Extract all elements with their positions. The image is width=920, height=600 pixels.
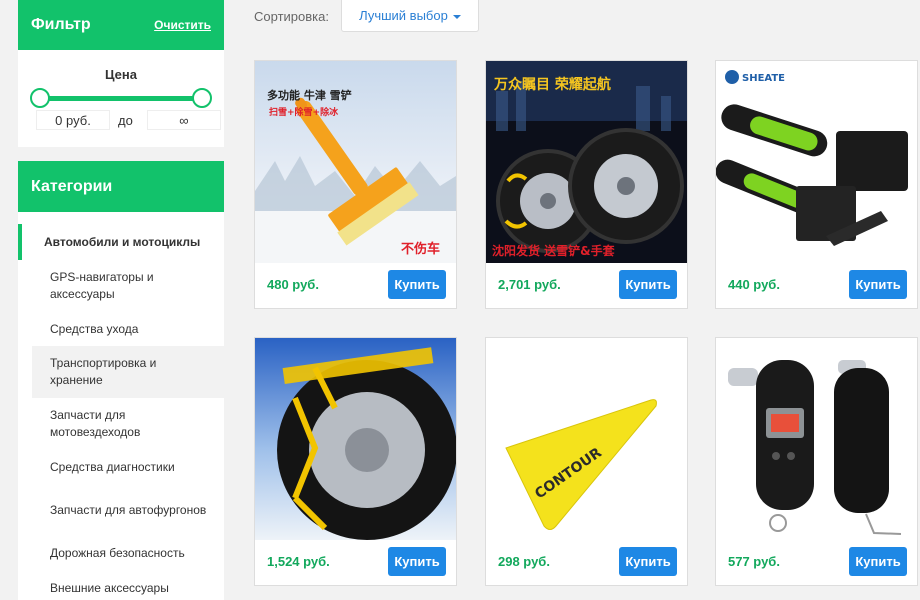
price-to-input[interactable] <box>146 110 221 130</box>
product-price: 480 руб. <box>267 277 319 292</box>
product-image-text: 不伤车 <box>401 241 440 257</box>
product-price: 1,524 руб. <box>267 554 330 569</box>
slider-min-handle[interactable] <box>30 88 50 108</box>
category-item-atv-parts[interactable]: Запчасти для мотовездеходов <box>18 398 224 450</box>
category-item-transport[interactable]: Транспортировка и хранение <box>32 346 224 398</box>
category-item-road-safety[interactable]: Дорожная безопасность <box>18 536 224 570</box>
clear-filter-link[interactable]: Очистить <box>154 18 211 32</box>
product-price: 440 руб. <box>728 277 780 292</box>
product-card[interactable]: SHEATE 440 руб. Купить <box>715 60 918 309</box>
categories-header: Категории <box>18 161 224 212</box>
sort-selected-value: Лучший выбор <box>359 8 448 23</box>
buy-button[interactable]: Купить <box>849 270 907 299</box>
category-item-gps[interactable]: GPS-навигаторы и аксессуары <box>18 260 224 312</box>
product-price: 298 руб. <box>498 554 550 569</box>
category-list: Автомобили и мотоциклы GPS-навигаторы и … <box>18 224 224 600</box>
sort-label: Сортировка: <box>254 9 329 24</box>
product-image-text: 多功能 牛津 雪铲 <box>267 88 352 102</box>
product-image[interactable] <box>716 338 917 540</box>
category-item-care[interactable]: Средства ухода <box>18 312 224 346</box>
product-image-text: SHEATE <box>742 73 785 84</box>
product-image-text: 扫雪+除雪+除冰 <box>269 106 339 118</box>
category-item-exterior[interactable]: Внешние аксессуары <box>18 570 224 600</box>
buy-button[interactable]: Купить <box>619 547 677 576</box>
price-slider[interactable] <box>30 88 212 108</box>
categories-title: Категории <box>31 177 113 195</box>
product-price: 577 руб. <box>728 554 780 569</box>
price-range: до <box>36 110 224 130</box>
price-to-label: до <box>118 112 133 128</box>
caret-down-icon <box>452 14 461 19</box>
buy-button[interactable]: Купить <box>849 547 907 576</box>
product-card[interactable]: 万众瞩目 荣耀起航 沈阳发货 送雪铲&手套 2,701 руб. Купить <box>485 60 688 309</box>
category-item-automobiles[interactable]: Автомобили и мотоциклы <box>18 224 224 260</box>
filter-title: Фильтр <box>31 16 91 33</box>
buy-button[interactable]: Купить <box>388 547 446 576</box>
buy-button[interactable]: Купить <box>388 270 446 299</box>
product-image[interactable]: 多功能 牛津 雪铲 扫雪+除雪+除冰 不伤车 <box>255 61 456 263</box>
product-card[interactable]: 577 руб. Купить <box>715 337 918 586</box>
price-from-input[interactable] <box>36 110 110 130</box>
product-image[interactable] <box>255 338 456 540</box>
product-card[interactable]: CONTOUR 298 руб. Купить <box>485 337 688 586</box>
filter-panel: Фильтр Очистить Цена до <box>18 0 224 147</box>
price-label: Цена <box>105 67 137 82</box>
product-price: 2,701 руб. <box>498 277 561 292</box>
product-card[interactable]: 多功能 牛津 雪铲 扫雪+除雪+除冰 不伤车 480 руб. Купить <box>254 60 457 309</box>
sort-dropdown[interactable]: Лучший выбор <box>341 0 479 32</box>
product-image-text: 沈阳发货 送雪铲&手套 <box>492 243 616 258</box>
product-image[interactable]: 万众瞩目 荣耀起航 沈阳发货 送雪铲&手套 <box>486 61 687 263</box>
slider-max-handle[interactable] <box>192 88 212 108</box>
category-item-diagnostics[interactable]: Средства диагностики <box>18 450 224 484</box>
buy-button[interactable]: Купить <box>619 270 677 299</box>
product-image[interactable]: CONTOUR <box>486 338 687 540</box>
filter-header: Фильтр Очистить <box>18 0 224 50</box>
categories-panel: Категории Автомобили и мотоциклы GPS-нав… <box>18 161 224 600</box>
product-card[interactable]: 1,524 руб. Купить <box>254 337 457 586</box>
product-image[interactable]: SHEATE <box>716 61 917 263</box>
category-item-van-parts[interactable]: Запчасти для автофургонов <box>18 484 224 536</box>
product-image-text: 万众瞩目 荣耀起航 <box>493 76 611 93</box>
slider-track <box>40 96 202 101</box>
